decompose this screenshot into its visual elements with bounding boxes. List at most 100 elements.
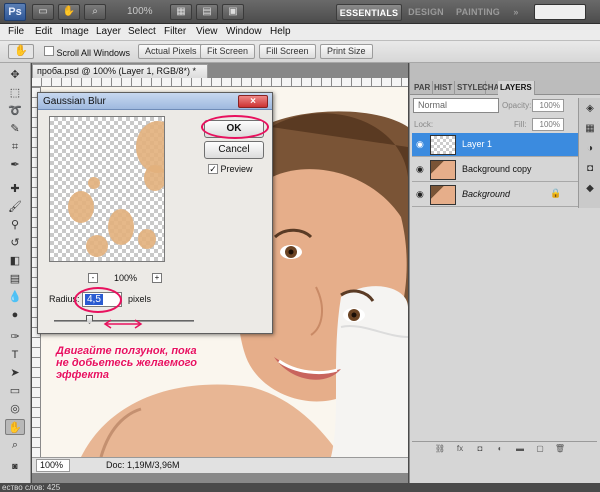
crop-tool-icon[interactable]: ⌗ <box>5 139 25 155</box>
tab-layers[interactable]: LAYERS <box>498 81 535 95</box>
marquee-tool-icon[interactable]: ⬚ <box>5 85 25 101</box>
quick-selection-tool-icon[interactable]: ✎ <box>5 121 25 137</box>
eyedropper-tool-icon[interactable]: ✒ <box>5 157 25 173</box>
fit-screen-button[interactable]: Fit Screen <box>200 44 256 59</box>
swatches-panel-icon[interactable]: ▦ <box>583 122 597 136</box>
arrange-icon[interactable]: ▤ <box>196 4 218 20</box>
3d-panel-icon[interactable]: ◆ <box>583 182 597 196</box>
fill-screen-button[interactable]: Fill Screen <box>259 44 316 59</box>
preview-blur-shape <box>68 191 94 223</box>
menu-filter[interactable]: Filter <box>164 26 186 37</box>
zoom-level[interactable]: 100% <box>127 6 153 17</box>
menu-edit[interactable]: Edit <box>35 26 52 37</box>
cancel-button[interactable]: Cancel <box>204 141 264 159</box>
zoom-field[interactable]: 100% <box>36 459 70 472</box>
preview-blur-shape <box>144 165 164 191</box>
menu-help[interactable]: Help <box>270 26 291 37</box>
workspace-design[interactable]: DESIGN <box>404 4 448 21</box>
adjustment-layer-icon[interactable]: ◐ <box>494 444 506 454</box>
print-size-button[interactable]: Print Size <box>320 44 373 59</box>
fx-icon[interactable]: fx <box>454 444 466 454</box>
dodge-tool-icon[interactable]: ● <box>5 307 25 323</box>
close-icon[interactable]: × <box>238 95 268 108</box>
hand-tool-icon[interactable]: ✋ <box>58 4 80 20</box>
actual-pixels-button[interactable]: Actual Pixels <box>138 44 204 59</box>
type-tool-icon[interactable]: T <box>5 347 25 363</box>
document-info[interactable]: Doc: 1,19M/3,96M <box>106 458 180 473</box>
menu-file[interactable]: File <box>8 26 24 37</box>
preview-label: Preview <box>220 164 253 174</box>
eraser-tool-icon[interactable]: ◧ <box>5 253 25 269</box>
adjustments-panel-icon[interactable]: ◑ <box>583 142 597 156</box>
visibility-eye-icon[interactable]: ◉ <box>416 139 426 149</box>
quick-mask-icon[interactable]: ◙ <box>5 458 25 474</box>
tab-histogram[interactable]: HIST <box>432 81 456 95</box>
3d-tool-icon[interactable]: ◎ <box>5 401 25 417</box>
history-brush-tool-icon[interactable]: ↺ <box>5 235 25 251</box>
menu-select[interactable]: Select <box>128 26 156 37</box>
search-field[interactable] <box>534 4 586 20</box>
workspace-painting[interactable]: PAINTING <box>452 4 504 21</box>
pen-tool-icon[interactable]: ✑ <box>5 329 25 345</box>
document-tab[interactable]: проба.psd @ 100% (Layer 1, RGB/8*) * × <box>32 64 208 89</box>
view-grid-icon[interactable]: ▦ <box>170 4 192 20</box>
blend-mode-select[interactable]: Normal <box>413 98 499 113</box>
layer-row-background-copy[interactable]: ◉ Background copy <box>412 158 597 182</box>
status-bar: 100% Doc: 1,19M/3,96M <box>32 457 408 473</box>
bridge-icon[interactable]: ▭ <box>32 4 54 20</box>
menu-layer[interactable]: Layer <box>96 26 121 37</box>
shape-tool-icon[interactable]: ▭ <box>5 383 25 399</box>
workspace-essentials[interactable]: ESSENTIALS <box>336 4 402 21</box>
hand-tool-preset-icon[interactable]: ✋ <box>8 44 34 59</box>
ok-highlight-ellipse <box>201 115 269 139</box>
menu-window[interactable]: Window <box>226 26 262 37</box>
opacity-label: Opacity: <box>502 101 532 110</box>
clone-stamp-tool-icon[interactable]: ⚲ <box>5 217 25 233</box>
link-layers-icon[interactable]: ⛓ <box>434 444 446 454</box>
preview-blur-shape <box>108 209 134 245</box>
hand-tool-icon[interactable]: ✋ <box>5 419 25 435</box>
move-tool-icon[interactable]: ✥ <box>5 67 25 83</box>
healing-brush-tool-icon[interactable]: ✚ <box>5 181 25 197</box>
more-workspaces-button[interactable]: » <box>508 4 524 21</box>
new-group-icon[interactable]: ▬ <box>514 444 526 454</box>
menu-bar: File Edit Image Layer Select Filter View… <box>0 24 600 41</box>
scroll-all-windows-option[interactable]: Scroll All Windows <box>44 46 130 58</box>
new-layer-icon[interactable]: ▢ <box>534 444 546 454</box>
layer-name: Background copy <box>462 164 532 174</box>
fill-field[interactable]: 100% <box>532 118 564 131</box>
screen-mode-icon[interactable]: ▣ <box>222 4 244 20</box>
visibility-eye-icon[interactable]: ◉ <box>416 189 426 199</box>
tab-paragraph[interactable]: PAR <box>412 81 434 95</box>
blur-tool-icon[interactable]: 💧 <box>5 289 25 305</box>
delete-layer-icon[interactable]: 🗑 <box>554 444 566 454</box>
preview-checkbox[interactable]: ✓ <box>208 164 218 174</box>
menu-view[interactable]: View <box>196 26 218 37</box>
photoshop-logo[interactable]: Ps <box>4 3 26 21</box>
opacity-field[interactable]: 100% <box>532 99 564 112</box>
layer-row-background[interactable]: ◉ Background 🔒 <box>412 183 597 207</box>
menu-image[interactable]: Image <box>61 26 89 37</box>
add-mask-icon[interactable]: ◘ <box>474 444 486 454</box>
scroll-all-label: Scroll All Windows <box>56 48 131 58</box>
zoom-in-button[interactable]: + <box>152 273 162 283</box>
instruction-note: Двигайте ползунок, пока не добьетесь жел… <box>56 345 197 381</box>
radius-slider-thumb[interactable] <box>86 315 93 324</box>
dialog-title[interactable]: Gaussian Blur <box>38 93 272 110</box>
gradient-tool-icon[interactable]: ▤ <box>5 271 25 287</box>
color-panel-icon[interactable]: ◈ <box>583 102 597 116</box>
scroll-all-checkbox[interactable] <box>44 46 54 56</box>
lasso-tool-icon[interactable]: ➰ <box>5 103 25 119</box>
visibility-eye-icon[interactable]: ◉ <box>416 164 426 174</box>
layer-row-layer-1[interactable]: ◉ Layer 1 <box>412 133 597 157</box>
zoom-tool-icon[interactable]: ⌕ <box>5 437 25 453</box>
preview-option[interactable]: ✓ Preview <box>208 164 253 174</box>
path-selection-tool-icon[interactable]: ➤ <box>5 365 25 381</box>
zoom-out-button[interactable]: - <box>88 273 98 283</box>
radius-highlight-ellipse <box>74 287 122 313</box>
masks-panel-icon[interactable]: ◘ <box>583 162 597 176</box>
filter-preview[interactable] <box>49 116 165 262</box>
panel-collapse-bar[interactable] <box>410 63 600 80</box>
zoom-tool-icon[interactable]: ⌕ <box>84 4 106 20</box>
brush-tool-icon[interactable]: 🖌 <box>5 199 25 215</box>
